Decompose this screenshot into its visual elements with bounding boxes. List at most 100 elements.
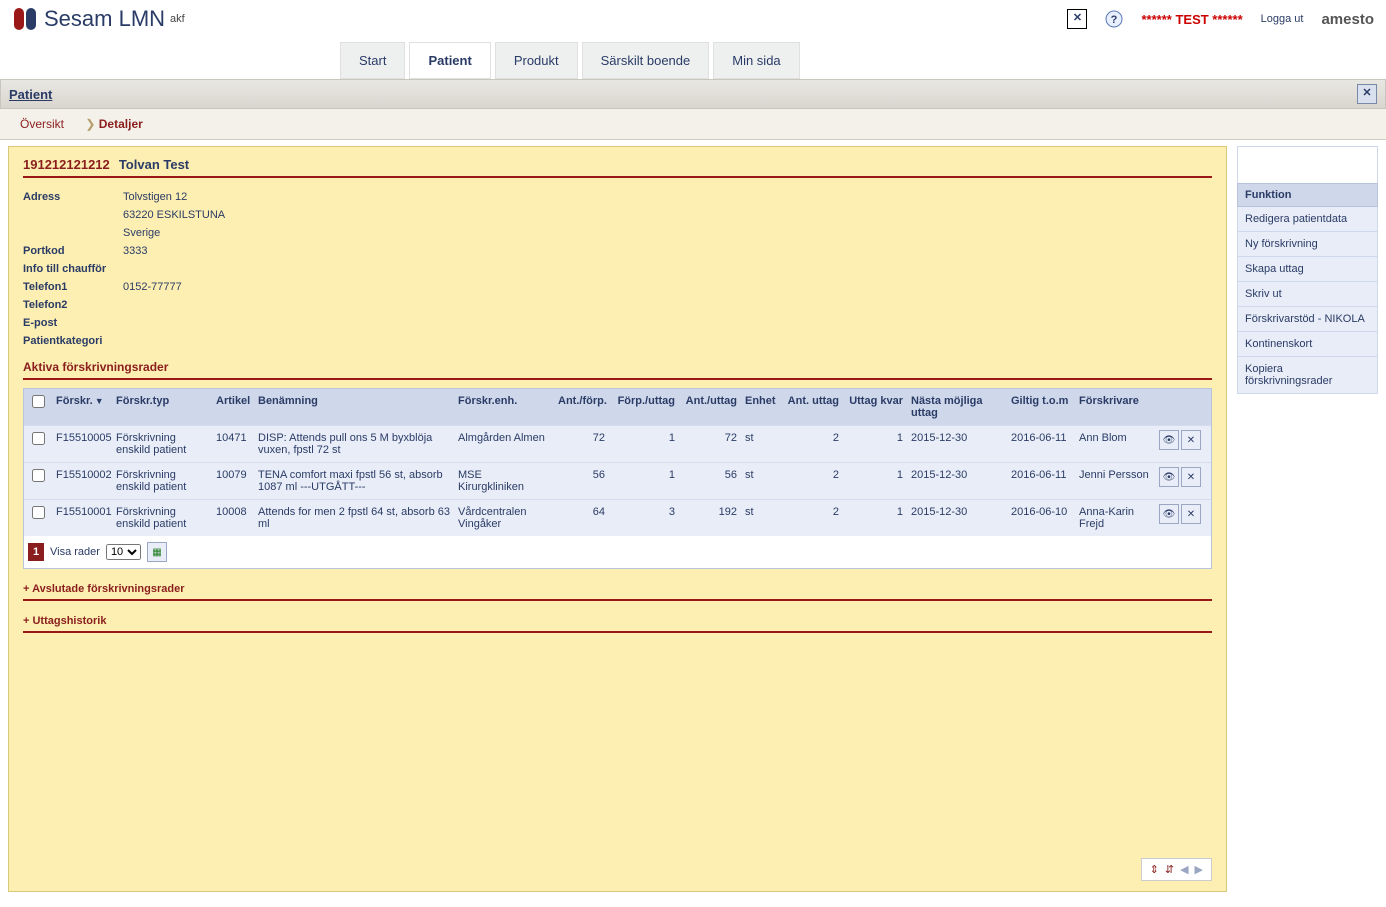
export-excel-icon[interactable]: ▦ [147,542,167,562]
value-adress1: Tolvstigen 12 [123,188,235,206]
col-skriv[interactable]: Förskrivare [1075,389,1155,425]
cell-gilt: 2016-06-11 [1007,463,1075,499]
cell-gilt: 2016-06-10 [1007,500,1075,536]
table-row[interactable]: F15510005Förskrivning enskild patient104… [24,425,1211,462]
col-gilt[interactable]: Giltig t.o.m [1007,389,1075,425]
cell-antu: 2 [781,426,843,462]
delete-icon[interactable]: ✕ [1181,467,1201,487]
cell-skriv: Jenni Persson [1075,463,1155,499]
label-kat: Patientkategori [23,332,123,350]
col-fu[interactable]: Förp./uttag [609,389,679,425]
row-checkbox[interactable] [32,432,45,445]
cell-art: 10471 [212,426,254,462]
main-tabs: Start Patient Produkt Särskilt boende Mi… [340,42,1386,79]
cell-uk: 1 [843,500,907,536]
col-antu[interactable]: Ant. uttag [781,389,843,425]
tab-start[interactable]: Start [340,42,405,79]
cell-skriv: Anna-Karin Frejd [1075,500,1155,536]
breadcrumb-title[interactable]: Patient [9,87,52,102]
footer-toolbar: ⇕ ⇵ ◀ ▶ [1141,858,1212,881]
col-enh[interactable]: Enhet [741,389,781,425]
col-nast[interactable]: Nästa möjliga uttag [907,389,1007,425]
tab-min-sida[interactable]: Min sida [713,42,799,79]
cell-ben: TENA comfort maxi fpstl 56 st, absorb 10… [254,463,454,499]
view-icon[interactable]: 👁 [1159,430,1179,450]
cell-enh: st [741,426,781,462]
cell-au: 56 [679,463,741,499]
cell-art: 10079 [212,463,254,499]
pager: 1 Visa rader 10 ▦ [24,536,1211,568]
cell-enh: st [741,500,781,536]
svg-text:?: ? [1111,14,1118,26]
col-ftyp[interactable]: Förskr.typ [112,389,212,425]
grid-header: Förskr.▼ Förskr.typ Artikel Benämning Fö… [24,389,1211,425]
sort-desc-icon: ▼ [95,396,104,406]
col-antf[interactable]: Ant./förp. [554,389,609,425]
value-adress2: 63220 ESKILSTUNA [123,206,235,224]
section-uttag-toggle[interactable]: + Uttagshistorik [23,615,1212,633]
col-forskr[interactable]: Förskr.▼ [52,389,112,425]
value-portkod: 3333 [123,242,235,260]
subtab-oversikt[interactable]: Översikt [20,117,64,131]
cell-nast: 2015-12-30 [907,463,1007,499]
close-panel-icon[interactable]: ✕ [1357,84,1377,104]
fn-ny-forskrivning[interactable]: Ny förskrivning [1237,232,1378,257]
cell-forskr: F15510001 [52,500,112,536]
subtab-detaljer[interactable]: Detaljer [99,117,143,131]
window-close-icon[interactable]: ✕ [1067,9,1087,29]
col-ben[interactable]: Benämning [254,389,454,425]
logout-link[interactable]: Logga ut [1261,13,1304,25]
nav-left-icon[interactable]: ◀ [1180,863,1188,876]
cell-ftyp: Förskrivning enskild patient [112,463,212,499]
chevron-right-icon: ❯ [85,117,95,131]
col-fenh[interactable]: Förskr.enh. [454,389,554,425]
delete-icon[interactable]: ✕ [1181,504,1201,524]
cell-fenh: MSE Kirurgkliniken [454,463,554,499]
patient-id: 191212121212 [23,157,110,172]
cell-au: 192 [679,500,741,536]
col-au[interactable]: Ant./uttag [679,389,741,425]
function-panel: Funktion Redigera patientdata Ny förskri… [1237,146,1378,892]
view-icon[interactable]: 👁 [1159,504,1179,524]
cell-fu: 3 [609,500,679,536]
view-icon[interactable]: 👁 [1159,467,1179,487]
nav-right-icon[interactable]: ▶ [1195,863,1203,876]
test-banner: ****** TEST ****** [1141,12,1242,27]
expand-vert-icon[interactable]: ⇵ [1165,863,1174,876]
cell-antu: 2 [781,463,843,499]
fn-skriv-ut[interactable]: Skriv ut [1237,282,1378,307]
cell-fenh: Vårdcentralen Vingåker [454,500,554,536]
row-checkbox[interactable] [32,469,45,482]
section-avslutade-toggle[interactable]: + Avslutade förskrivningsrader [23,583,1212,601]
cell-antf: 56 [554,463,609,499]
delete-icon[interactable]: ✕ [1181,430,1201,450]
table-row[interactable]: F15510001Förskrivning enskild patient100… [24,499,1211,536]
fn-kontinenskort[interactable]: Kontinenskort [1237,332,1378,357]
col-uk[interactable]: Uttag kvar [843,389,907,425]
sub-tabs: Översikt ❯ Detaljer [0,109,1386,140]
fn-skapa-uttag[interactable]: Skapa uttag [1237,257,1378,282]
collapse-vert-icon[interactable]: ⇕ [1150,863,1159,876]
app-subtitle: akf [170,13,185,25]
divider [23,176,1212,178]
fn-kopiera-forskrivningsrader[interactable]: Kopiera förskrivningsrader [1237,357,1378,394]
cell-uk: 1 [843,463,907,499]
tab-patient[interactable]: Patient [409,42,490,79]
col-art[interactable]: Artikel [212,389,254,425]
pager-label: Visa rader [50,546,100,558]
prescription-grid: Förskr.▼ Förskr.typ Artikel Benämning Fö… [23,388,1212,569]
select-all-checkbox[interactable] [32,395,45,408]
label-tel1: Telefon1 [23,278,123,296]
tab-produkt[interactable]: Produkt [495,42,578,79]
help-icon[interactable]: ? [1105,10,1123,28]
fn-redigera-patientdata[interactable]: Redigera patientdata [1237,207,1378,232]
section-aktiva-title: Aktiva förskrivningsrader [23,360,168,374]
rows-per-page-select[interactable]: 10 [106,544,141,560]
app-title: Sesam LMN [44,6,165,32]
table-row[interactable]: F15510002Förskrivning enskild patient100… [24,462,1211,499]
tab-sarskilt-boende[interactable]: Särskilt boende [582,42,710,79]
pager-current[interactable]: 1 [28,543,44,561]
fn-forskrivarstod-nikola[interactable]: Förskrivarstöd - NIKOLA [1237,307,1378,332]
cell-forskr: F15510005 [52,426,112,462]
row-checkbox[interactable] [32,506,45,519]
